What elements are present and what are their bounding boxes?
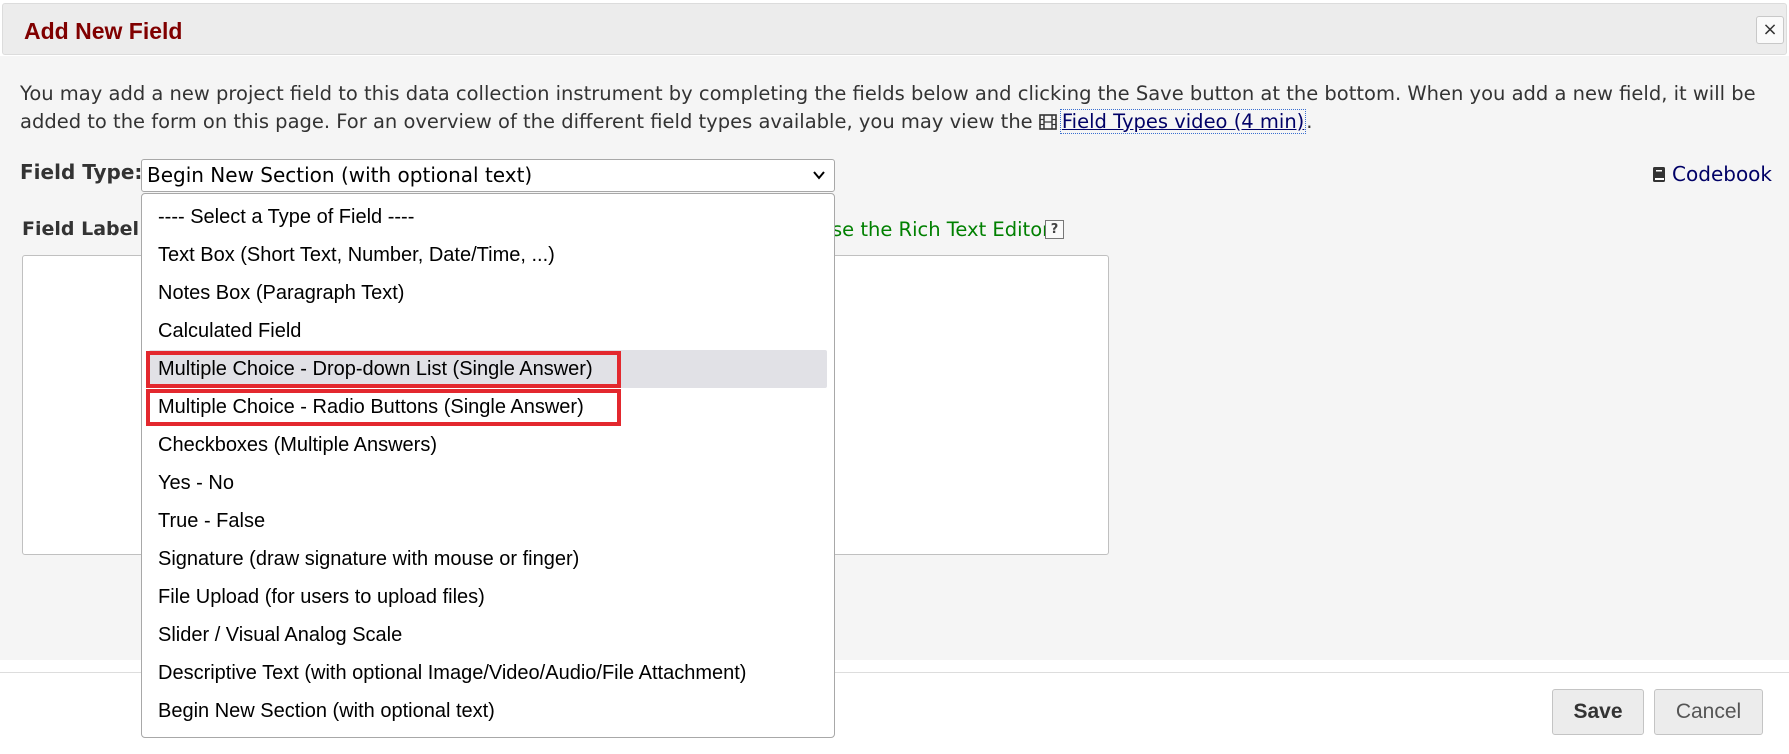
dropdown-option[interactable]: Calculated Field	[149, 312, 827, 350]
field-type-select[interactable]: Begin New Section (with optional text)	[141, 159, 835, 192]
field-type-dropdown-list[interactable]: ---- Select a Type of Field ---- Text Box…	[141, 193, 835, 738]
film-icon	[1039, 114, 1057, 130]
help-icon[interactable]: ?	[1045, 220, 1064, 239]
cancel-button[interactable]: Cancel	[1654, 689, 1763, 735]
dialog-titlebar: Add New Field ×	[2, 3, 1787, 55]
rich-text-editor-link[interactable]: se the Rich Text Editor	[832, 218, 1050, 241]
dropdown-option[interactable]: Notes Box (Paragraph Text)	[149, 274, 827, 312]
add-field-dialog: Add New Field × You may add a new projec…	[0, 0, 1789, 754]
close-button[interactable]: ×	[1756, 16, 1784, 44]
dropdown-option[interactable]: Checkboxes (Multiple Answers)	[149, 426, 827, 464]
codebook-link[interactable]: Codebook	[1652, 162, 1772, 186]
dialog-title: Add New Field	[24, 18, 183, 44]
dropdown-option[interactable]: Begin New Section (with optional text)	[149, 692, 827, 730]
dropdown-option[interactable]: Text Box (Short Text, Number, Date/Time,…	[149, 236, 827, 274]
book-icon	[1653, 167, 1666, 182]
field-label-heading: Field Label	[22, 218, 140, 240]
field-type-selected-value: Begin New Section (with optional text)	[147, 163, 533, 187]
intro-text-after: .	[1306, 110, 1313, 133]
dropdown-option[interactable]: File Upload (for users to upload files)	[149, 578, 827, 616]
save-button[interactable]: Save	[1552, 689, 1644, 735]
intro-text-before: You may add a new project field to this …	[20, 82, 1756, 133]
field-types-video-link[interactable]: Field Types video (4 min)	[1059, 109, 1307, 134]
dropdown-option[interactable]: Multiple Choice - Drop-down List (Single…	[149, 350, 827, 388]
close-icon: ×	[1762, 19, 1778, 40]
dropdown-option[interactable]: Descriptive Text (with optional Image/Vi…	[149, 654, 827, 692]
dropdown-option[interactable]: True - False	[149, 502, 827, 540]
dropdown-option[interactable]: Yes - No	[149, 464, 827, 502]
intro-text: You may add a new project field to this …	[20, 80, 1770, 136]
dropdown-option[interactable]: ---- Select a Type of Field ----	[149, 198, 827, 236]
dropdown-option[interactable]: Signature (draw signature with mouse or …	[149, 540, 827, 578]
dropdown-option[interactable]: Multiple Choice - Radio Buttons (Single …	[149, 388, 827, 426]
dropdown-option[interactable]: Slider / Visual Analog Scale	[149, 616, 827, 654]
codebook-label: Codebook	[1672, 162, 1772, 186]
field-type-label: Field Type:	[20, 160, 143, 184]
